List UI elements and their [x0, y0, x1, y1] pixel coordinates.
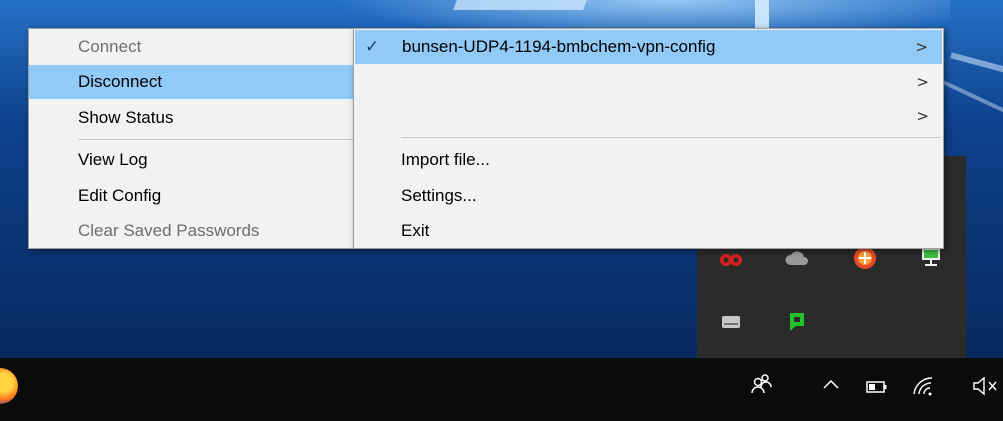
- wallpaper-light-beam: [942, 80, 1003, 114]
- import-file-label: Import file...: [401, 150, 490, 169]
- show-status-menu-item[interactable]: Show Status: [29, 101, 353, 135]
- connection-context-menu: Connect Disconnect Show Status View Log …: [28, 28, 354, 249]
- chevron-right-icon: >: [915, 38, 928, 56]
- connect-menu-item[interactable]: Connect: [29, 30, 353, 64]
- import-file-menu-item[interactable]: Import file...: [354, 143, 943, 177]
- exit-menu-item[interactable]: Exit: [354, 214, 943, 248]
- green-chat-icon[interactable]: [785, 310, 809, 334]
- taskbar: [0, 358, 1003, 421]
- settings-label: Settings...: [401, 186, 477, 205]
- show-hidden-icons-chevron[interactable]: [822, 378, 840, 390]
- connection-label: bunsen-UDP4-1194-bmbchem-vpn-config: [402, 37, 716, 56]
- volume-muted-icon[interactable]: [972, 376, 1002, 396]
- display-network-icon[interactable]: [919, 246, 943, 270]
- wallpaper-light-beam: [453, 0, 587, 10]
- clear-saved-passwords-menu-item[interactable]: Clear Saved Passwords: [29, 214, 353, 248]
- view-log-label: View Log: [78, 150, 148, 169]
- connection-item-bunsen[interactable]: ✓ bunsen-UDP4-1194-bmbchem-vpn-config >: [355, 30, 942, 64]
- disconnect-menu-item[interactable]: Disconnect: [29, 65, 353, 99]
- wifi-icon[interactable]: [912, 376, 934, 396]
- edit-config-menu-item[interactable]: Edit Config: [29, 179, 353, 213]
- checkmark-icon: ✓: [365, 37, 380, 57]
- show-status-label: Show Status: [78, 108, 174, 127]
- menu-separator: [401, 137, 941, 138]
- exit-label: Exit: [401, 221, 430, 240]
- openvpn-tray-menu: ✓ bunsen-UDP4-1194-bmbchem-vpn-config > …: [353, 28, 944, 249]
- people-icon[interactable]: [750, 373, 772, 395]
- network-security-icon[interactable]: [853, 246, 877, 270]
- chevron-right-icon: >: [916, 107, 929, 125]
- wallpaper-light-beam: [950, 52, 1003, 74]
- battery-icon[interactable]: [866, 380, 888, 394]
- settings-menu-item[interactable]: Settings...: [354, 179, 943, 213]
- removable-drive-icon[interactable]: [719, 310, 743, 334]
- clear-saved-passwords-label: Clear Saved Passwords: [78, 221, 260, 240]
- connect-label: Connect: [78, 37, 142, 56]
- onedrive-cloud-icon[interactable]: [785, 246, 809, 270]
- firefox-icon[interactable]: [0, 368, 18, 404]
- connection-item-2[interactable]: >: [354, 65, 943, 99]
- hardware-monitor-icon[interactable]: [719, 248, 743, 272]
- edit-config-label: Edit Config: [78, 186, 162, 205]
- connection-item-3[interactable]: >: [354, 99, 943, 133]
- chevron-right-icon: >: [916, 73, 929, 91]
- disconnect-label: Disconnect: [78, 72, 163, 91]
- view-log-menu-item[interactable]: View Log: [29, 143, 353, 177]
- menu-separator: [78, 139, 353, 140]
